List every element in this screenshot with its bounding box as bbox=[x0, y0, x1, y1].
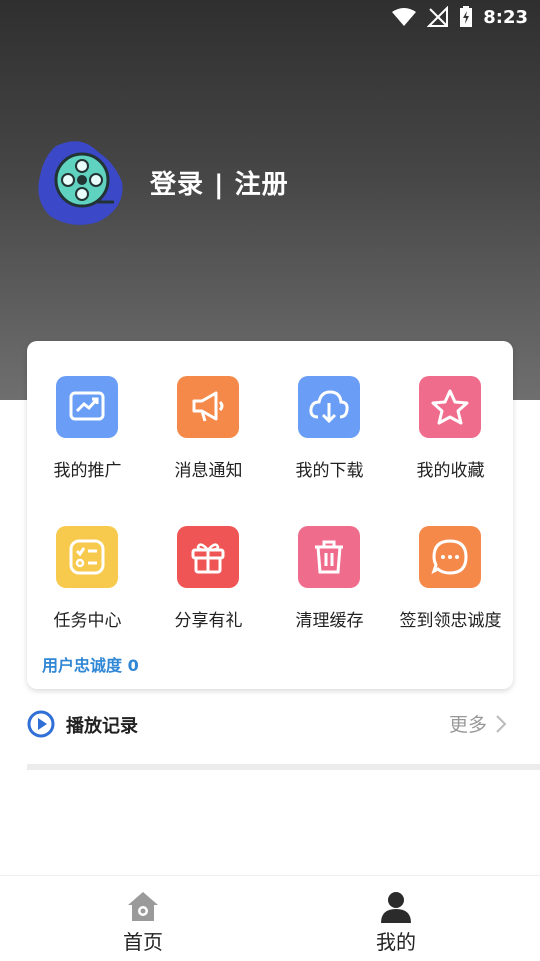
menu-item-notifications[interactable]: 消息通知 bbox=[148, 376, 269, 506]
menu-item-favorites[interactable]: 我的收藏 bbox=[390, 376, 511, 506]
play-history-section: 播放记录 更多 bbox=[27, 706, 513, 742]
task-list-icon bbox=[56, 526, 118, 588]
menu-item-label: 我的收藏 bbox=[416, 461, 485, 481]
chart-trend-icon bbox=[56, 376, 118, 438]
play-circle-icon bbox=[27, 710, 55, 738]
avatar[interactable] bbox=[36, 138, 126, 228]
menu-item-downloads[interactable]: 我的下载 bbox=[269, 376, 390, 506]
menu-item-label: 签到领忠诚度 bbox=[399, 611, 502, 631]
more-label: 更多 bbox=[448, 714, 487, 736]
play-history-title: 播放记录 bbox=[66, 716, 138, 737]
menu-item-promotion[interactable]: 我的推广 bbox=[27, 376, 148, 506]
loyalty-score: 用户忠诚度 0 bbox=[42, 656, 139, 675]
gift-icon bbox=[177, 526, 239, 588]
section-divider bbox=[27, 764, 540, 770]
chat-dots-icon bbox=[419, 526, 481, 588]
status-bar: 8:23 bbox=[0, 0, 540, 36]
star-icon bbox=[419, 376, 481, 438]
battery-charging-icon bbox=[460, 6, 473, 27]
tab-home-label: 首页 bbox=[123, 930, 163, 954]
profile-header: 8:23 登录 | 注册 bbox=[0, 0, 540, 400]
megaphone-icon bbox=[177, 376, 239, 438]
user-icon bbox=[381, 892, 411, 923]
film-reel-icon bbox=[38, 141, 123, 225]
menu-item-label: 任务中心 bbox=[53, 611, 122, 631]
menu-item-label: 消息通知 bbox=[174, 461, 243, 481]
no-signal-icon bbox=[427, 6, 449, 27]
tab-mine[interactable]: 我的 bbox=[261, 876, 531, 961]
menu-item-clear-cache[interactable]: 清理缓存 bbox=[269, 526, 390, 656]
tab-mine-label: 我的 bbox=[376, 930, 416, 954]
trash-icon bbox=[298, 526, 360, 588]
home-icon bbox=[128, 892, 158, 921]
bottom-nav: 首页 我的 bbox=[0, 875, 540, 961]
menu-item-task-center[interactable]: 任务中心 bbox=[27, 526, 148, 656]
tab-home[interactable]: 首页 bbox=[8, 876, 278, 961]
menu-item-label: 清理缓存 bbox=[295, 611, 364, 631]
login-register-link[interactable]: 登录 | 注册 bbox=[150, 164, 289, 201]
function-menu-card: 我的推广 消息通知 我的下载 我的收藏 任务中心 分享有礼 清理缓存 签到领忠诚… bbox=[27, 341, 513, 689]
menu-item-label: 我的推广 bbox=[53, 461, 122, 481]
chevron-right-icon bbox=[496, 714, 507, 733]
wifi-icon bbox=[392, 8, 417, 26]
menu-item-label: 我的下载 bbox=[295, 461, 364, 481]
menu-item-share-gift[interactable]: 分享有礼 bbox=[148, 526, 269, 656]
cloud-download-icon bbox=[298, 376, 360, 438]
menu-item-checkin-loyalty[interactable]: 签到领忠诚度 bbox=[390, 526, 511, 656]
status-time: 8:23 bbox=[483, 6, 528, 28]
menu-item-label: 分享有礼 bbox=[174, 611, 243, 631]
more-button[interactable]: 更多 bbox=[449, 710, 507, 737]
